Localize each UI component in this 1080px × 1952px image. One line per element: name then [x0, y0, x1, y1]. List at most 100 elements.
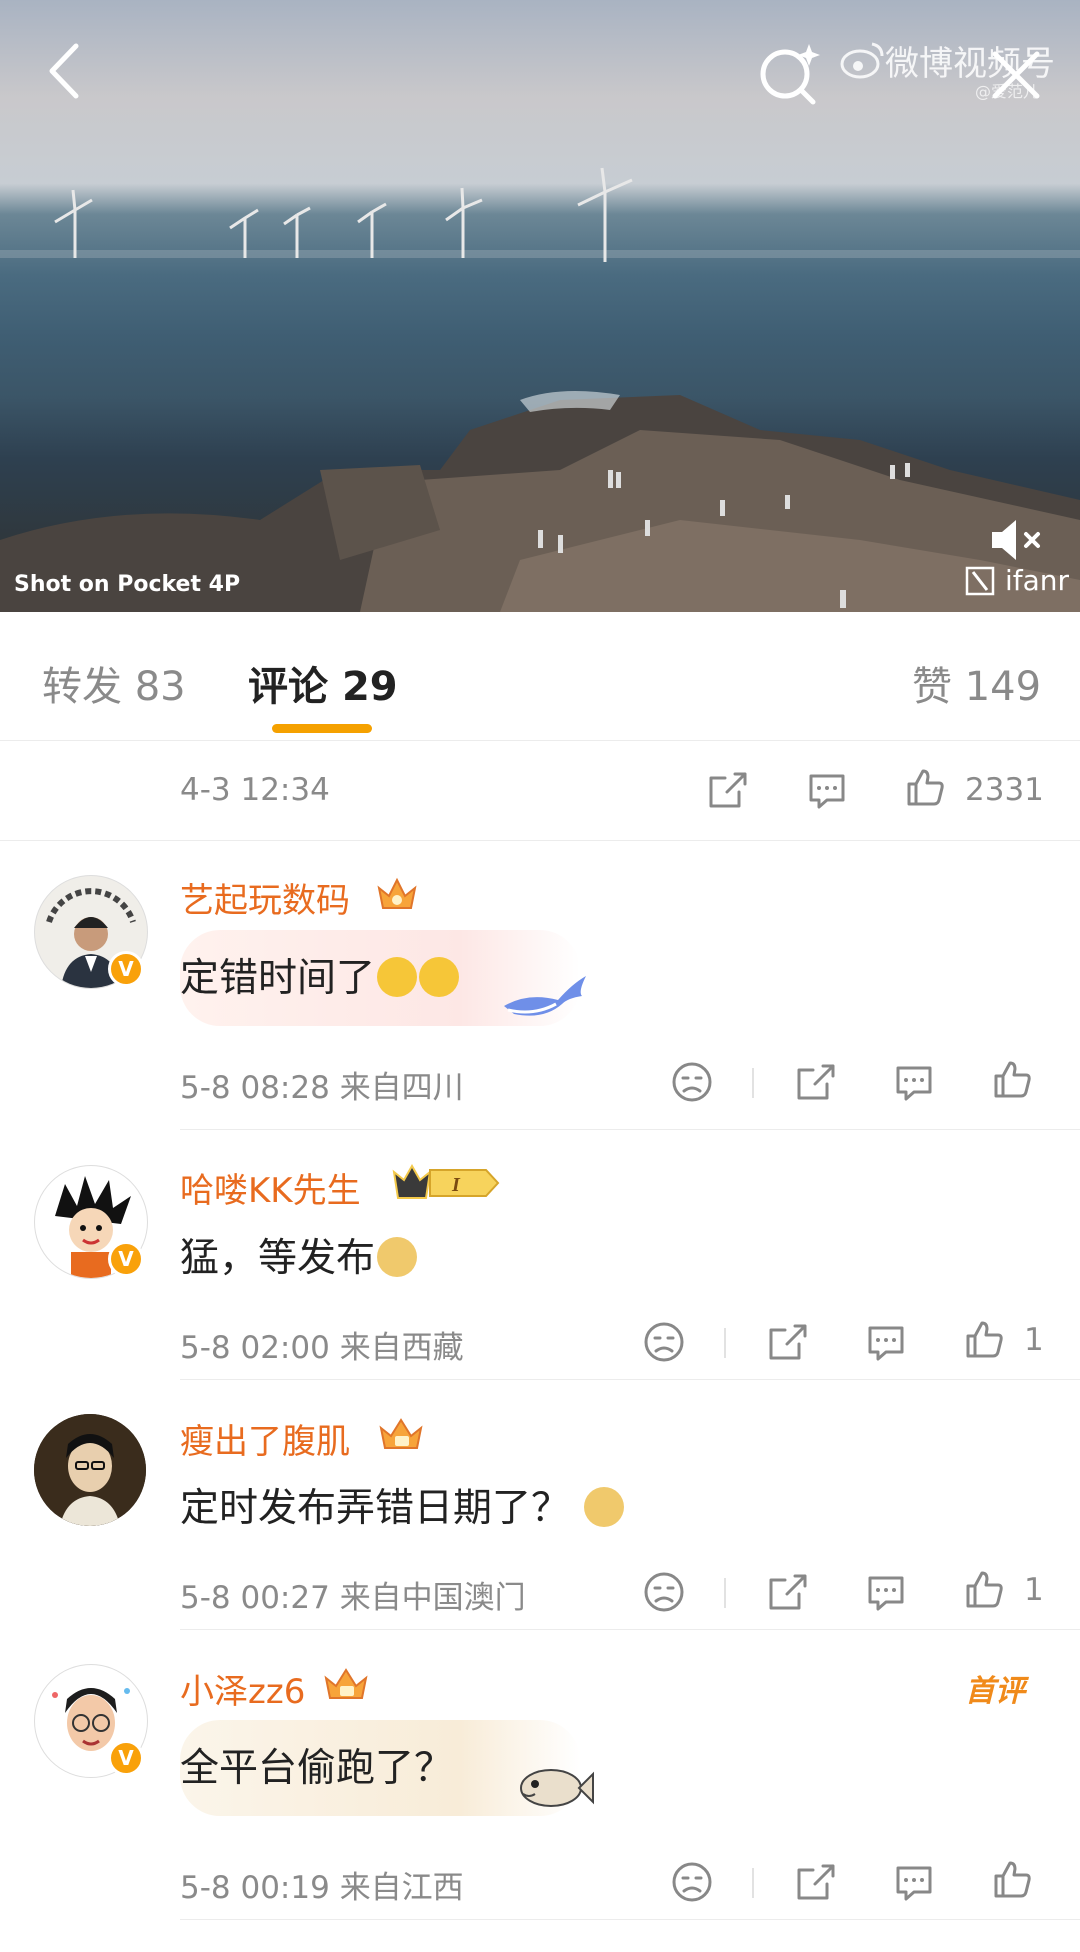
avatar-image [34, 1414, 146, 1526]
post-time: 4-3 12:34 [180, 772, 330, 808]
frown-face-icon [644, 1322, 684, 1362]
svg-text:I: I [451, 1174, 461, 1196]
share-button[interactable] [765, 1320, 809, 1364]
share-icon [769, 1574, 807, 1610]
comment-username[interactable]: 小泽zz6 [180, 1664, 305, 1713]
tab-reposts-count: 83 [134, 664, 186, 710]
comment-item: 瘦出了腹肌 定时发布弄错日期了？ 5-8 00:27 来自中国澳门 1 [0, 1380, 1080, 1630]
verified-badge: V [108, 951, 144, 987]
share-icon [709, 772, 747, 808]
tab-comments[interactable]: 评论 29 [248, 654, 398, 712]
video-player[interactable]: 微博视频号 @爱范儿 Shot on Pocket 4P ifanr [0, 0, 1080, 612]
verified-badge: V [108, 1241, 144, 1277]
avatar[interactable] [34, 1414, 146, 1526]
dislike-button[interactable] [670, 1060, 714, 1104]
dizzy-emoji-icon [377, 957, 418, 997]
comment-username[interactable]: 艺起玩数码 [180, 873, 350, 922]
post-share-button[interactable] [705, 768, 749, 812]
comment-divider [180, 1919, 1080, 1920]
video-frame [0, 167, 1080, 612]
comment-time: 5-8 00:27 [180, 1580, 330, 1616]
comment-text-content: 猛，等发布 [180, 1236, 376, 1281]
thumbs-up-icon [966, 1321, 1003, 1358]
comment-text: 定时发布弄错日期了？ [180, 1477, 625, 1533]
vip-level-badge-icon: I [392, 1163, 500, 1199]
like-count: 1 [1024, 1572, 1044, 1608]
frown-face-icon [644, 1572, 684, 1612]
ifanr-brand: ifanr [1005, 564, 1070, 597]
comment-text: 定错时间了 [180, 947, 460, 1003]
crown-badge-icon [377, 877, 417, 909]
comment-time: 5-8 00:19 [180, 1870, 330, 1906]
comment-text: 全平台偷跑了？ [180, 1737, 453, 1793]
tab-comments-label: 评论 [248, 664, 328, 710]
comment-time: 5-8 02:00 [180, 1330, 330, 1366]
comment-item: V 小泽zz6 首评 全平台偷跑了？ 5-8 00:19 来自江西 [0, 1630, 1080, 1920]
action-separator [724, 1578, 726, 1608]
tab-reposts-label: 转发 [42, 664, 122, 710]
share-icon [797, 1864, 835, 1900]
comment-location: 来自四川 [339, 1070, 464, 1106]
action-separator [752, 1868, 754, 1898]
post-comment-button[interactable] [805, 768, 849, 812]
tab-reposts[interactable]: 转发 83 [42, 654, 186, 712]
post-like-button[interactable] [903, 766, 947, 810]
back-button[interactable] [38, 38, 94, 104]
comment-item: V 哈喽KK先生 I 猛，等发布 5-8 02:00 来自西藏 1 [0, 1130, 1080, 1380]
chevron-left-icon [49, 43, 79, 99]
share-button[interactable] [793, 1060, 837, 1104]
ai-search-button[interactable] [755, 38, 825, 108]
dislike-button[interactable] [642, 1320, 686, 1364]
comment-username[interactable]: 瘦出了腹肌 [180, 1414, 350, 1463]
close-icon [992, 51, 1040, 99]
dislike-button[interactable] [642, 1570, 686, 1614]
reply-button[interactable] [892, 1060, 936, 1104]
tab-likes-count: 149 [964, 664, 1042, 710]
comment-meta: 5-8 00:27 来自中国澳门 [180, 1572, 526, 1617]
comment-icon [868, 1326, 904, 1361]
thumbs-up-icon [907, 769, 944, 806]
comment-icon [896, 1066, 932, 1101]
comment-time: 5-8 08:28 [180, 1070, 330, 1106]
whale-decor-icon [504, 976, 586, 1016]
dizzy-emoji-icon [419, 957, 460, 997]
comment-text: 猛，等发布 [180, 1227, 418, 1283]
active-tab-indicator [272, 724, 372, 733]
ifanr-logo-icon [965, 566, 995, 596]
action-separator [724, 1328, 726, 1358]
comment-icon [868, 1576, 904, 1611]
doge-emoji-icon [584, 1487, 625, 1527]
like-button[interactable] [962, 1568, 1006, 1612]
doge-emoji-icon [377, 1237, 418, 1277]
like-button[interactable] [990, 1058, 1034, 1102]
share-button[interactable] [765, 1570, 809, 1614]
comment-text-content: 定时发布弄错日期了？ [180, 1486, 571, 1531]
reply-button[interactable] [864, 1320, 908, 1364]
tab-bar: 转发 83 评论 29 赞 149 [0, 612, 1080, 741]
reply-button[interactable] [892, 1860, 936, 1904]
post-like-count: 2331 [965, 772, 1044, 808]
like-count: 1 [1024, 1322, 1044, 1358]
dislike-button[interactable] [670, 1860, 714, 1904]
share-button[interactable] [793, 1860, 837, 1904]
share-icon [769, 1324, 807, 1360]
comment-meta: 5-8 08:28 来自四川 [180, 1062, 464, 1107]
comment-username[interactable]: 哈喽KK先生 [180, 1163, 361, 1212]
tab-comments-count: 29 [341, 664, 398, 710]
close-button[interactable] [985, 44, 1047, 106]
comment-text-content: 全平台偷跑了？ [180, 1746, 454, 1791]
mute-button[interactable] [988, 516, 1046, 564]
reply-button[interactable] [864, 1570, 908, 1614]
search-sparkle-icon [760, 44, 820, 105]
frown-face-icon [672, 1862, 712, 1902]
tab-likes[interactable]: 赞 149 [912, 654, 1041, 712]
thumbs-up-icon [966, 1571, 1003, 1608]
comment-meta: 5-8 02:00 来自西藏 [180, 1322, 464, 1367]
comment-location: 来自中国澳门 [339, 1580, 526, 1616]
comment-location: 来自江西 [339, 1870, 464, 1906]
comment-icon [809, 774, 845, 809]
like-button[interactable] [962, 1318, 1006, 1362]
crown-badge-icon [379, 1418, 423, 1449]
comment-item: V 艺起玩数码 定错时间了 5-8 08:28 来自四川 [0, 840, 1080, 1130]
like-button[interactable] [990, 1858, 1034, 1902]
